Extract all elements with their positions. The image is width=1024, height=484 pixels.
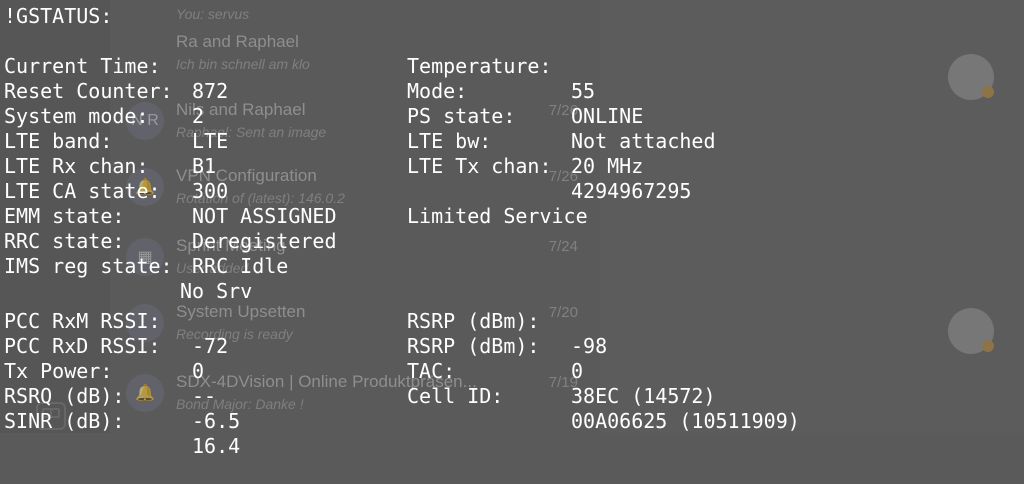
status-value: Not attached — [571, 129, 716, 153]
chat-date: 7/20 — [548, 304, 578, 321]
status-value: -98 — [571, 334, 608, 358]
status-row: PS state: Not attached — [407, 79, 716, 153]
status-row: PCC RxD RSSI: 0 — [4, 309, 204, 383]
chat-snippet: Ich bin schnell am klo — [176, 56, 310, 72]
status-row: Mode: ONLINE — [407, 54, 643, 128]
status-value: 20 MHz — [571, 154, 644, 178]
status-label: Limited Service — [407, 204, 588, 228]
status-label: Cell ID: — [407, 384, 504, 408]
status-row: System mode: LTE — [4, 79, 228, 153]
status-row: PCC RxM RSSI: -72 — [4, 284, 228, 358]
status-value: No Srv — [180, 279, 253, 303]
list-item[interactable]: N R Nils and Raphael Raphael: Sent an im… — [118, 96, 598, 156]
status-value: 0 — [192, 359, 205, 383]
chat-title: Ra and Raphael — [176, 32, 299, 51]
status-row: Cell ID: 00A06625 (10511909) — [407, 359, 800, 433]
status-row: Current Time: 872 — [4, 29, 228, 103]
status-value: 300 — [192, 179, 229, 203]
chat-snippet: You: servus — [176, 6, 250, 22]
status-row: Reset Counter: 2 — [4, 54, 204, 128]
status-badge — [982, 340, 994, 352]
status-value: LTE — [192, 129, 229, 153]
status-value: ONLINE — [571, 104, 644, 128]
status-label: SINR (dB): — [4, 409, 125, 433]
status-row: EMM state: Deregistered — [4, 179, 337, 253]
chat-title: System Upsetten — [176, 302, 306, 321]
status-row: SINR (dB): 16.4 — [4, 384, 240, 458]
status-value: 55 — [571, 79, 596, 103]
status-row: RSRP (dBm): 0 — [407, 309, 583, 383]
status-row: LTE CA state: NOT ASSIGNED — [4, 154, 337, 228]
status-value: -6.5 — [192, 409, 241, 433]
status-row: RSRQ (dB): -6.5 — [4, 359, 240, 433]
status-row: TAC: 38EC (14572) — [407, 334, 716, 408]
status-value: 38EC (14572) — [571, 384, 716, 408]
status-value: 4294967295 — [571, 179, 692, 203]
status-value: -72 — [192, 334, 229, 358]
status-value: 0 — [571, 359, 584, 383]
status-row: RSRP (dBm): -98 — [407, 284, 607, 358]
status-value: 00A06625 (10511909) — [571, 409, 800, 433]
status-value: 16.4 — [192, 434, 241, 458]
status-badge — [982, 86, 994, 98]
status-label: IMS reg state: — [4, 254, 173, 278]
status-row: LTE band: B1 — [4, 104, 216, 178]
terminal-header: !GSTATUS: — [4, 4, 113, 28]
bell-icon: 🔔 — [126, 374, 164, 412]
status-row: LTE Tx chan: 4294967295 — [407, 129, 691, 203]
status-value: 872 — [192, 79, 229, 103]
status-value: RRC Idle — [192, 254, 289, 278]
status-row: Tx Power: -- — [4, 334, 216, 408]
status-row: RRC state: RRC Idle — [4, 204, 288, 278]
chat-date: 7/24 — [548, 238, 578, 255]
status-row: IMS reg state: No Srv — [4, 229, 252, 303]
status-value: B1 — [192, 154, 217, 178]
status-value: NOT ASSIGNED — [192, 204, 337, 228]
status-value: Deregistered — [192, 229, 337, 253]
status-label: LTE Tx chan: — [407, 154, 552, 178]
status-row: LTE Rx chan: 300 — [4, 129, 228, 203]
status-row: Limited Service — [407, 179, 588, 228]
list-item[interactable]: 🔔 SDX-4DVision | Online Produktpräsen...… — [118, 368, 598, 428]
status-value: -- — [192, 384, 217, 408]
status-row: LTE bw: 20 MHz — [407, 104, 643, 178]
status-row: Temperature: 55 — [407, 29, 595, 103]
status-value: 2 — [192, 104, 205, 128]
